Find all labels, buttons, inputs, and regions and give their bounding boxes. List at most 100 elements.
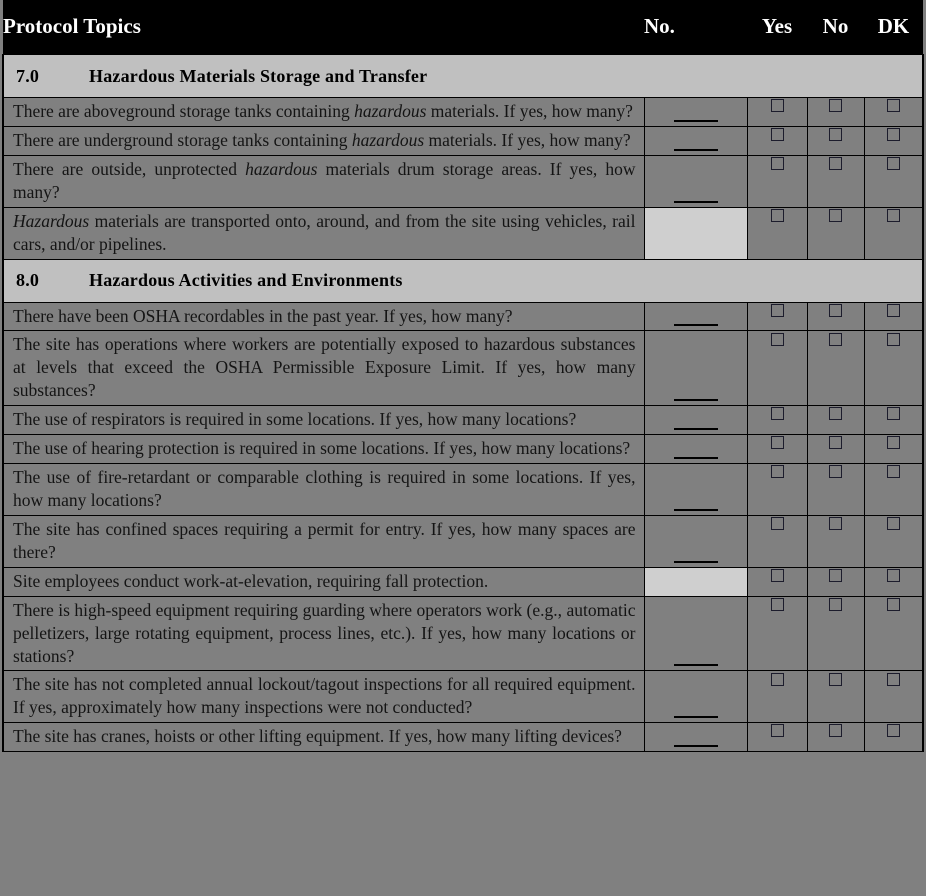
- no-count-cell[interactable]: [643, 330, 748, 407]
- yes-checkbox[interactable]: [746, 566, 808, 597]
- blank-answer-line[interactable]: [673, 560, 718, 563]
- no-count-cell[interactable]: [643, 434, 748, 465]
- checkbox-empty-icon[interactable]: [770, 516, 784, 530]
- no-checkbox[interactable]: [806, 154, 865, 208]
- checkbox-empty-icon[interactable]: [829, 597, 842, 611]
- dk-checkbox[interactable]: [863, 405, 924, 436]
- checkbox-empty-icon[interactable]: [770, 407, 784, 421]
- dk-checkbox[interactable]: [863, 514, 924, 568]
- no-checkbox[interactable]: [806, 434, 865, 465]
- blank-answer-line[interactable]: [673, 716, 718, 719]
- checkbox-empty-icon[interactable]: [829, 127, 842, 141]
- checkbox-empty-icon[interactable]: [770, 208, 784, 222]
- yes-checkbox[interactable]: [746, 206, 808, 260]
- checkbox-empty-icon[interactable]: [829, 208, 842, 222]
- checkbox-empty-icon[interactable]: [770, 465, 784, 479]
- checkbox-empty-icon[interactable]: [829, 568, 842, 582]
- yes-checkbox[interactable]: [746, 463, 808, 516]
- yes-checkbox[interactable]: [746, 722, 808, 753]
- yes-checkbox[interactable]: [746, 330, 808, 407]
- checkbox-empty-icon[interactable]: [829, 436, 842, 450]
- no-checkbox[interactable]: [806, 301, 865, 332]
- blank-answer-line[interactable]: [673, 324, 718, 327]
- blank-answer-line[interactable]: [673, 664, 718, 667]
- yes-checkbox[interactable]: [746, 125, 808, 156]
- checkbox-empty-icon[interactable]: [770, 724, 784, 738]
- checkbox-empty-icon[interactable]: [886, 156, 900, 170]
- checkbox-empty-icon[interactable]: [886, 407, 900, 421]
- checkbox-empty-icon[interactable]: [886, 332, 900, 346]
- no-count-cell[interactable]: [643, 670, 748, 724]
- no-checkbox[interactable]: [806, 405, 865, 436]
- checkbox-empty-icon[interactable]: [770, 568, 784, 582]
- blank-answer-line[interactable]: [673, 200, 718, 203]
- checkbox-empty-icon[interactable]: [829, 332, 842, 346]
- checkbox-empty-icon[interactable]: [829, 99, 842, 113]
- dk-checkbox[interactable]: [863, 301, 924, 332]
- yes-checkbox[interactable]: [746, 154, 808, 208]
- checkbox-empty-icon[interactable]: [829, 303, 842, 317]
- no-count-cell[interactable]: [643, 154, 748, 208]
- no-count-cell[interactable]: [643, 301, 748, 332]
- checkbox-empty-icon[interactable]: [829, 407, 842, 421]
- blank-answer-line[interactable]: [673, 745, 718, 748]
- yes-checkbox[interactable]: [746, 97, 808, 127]
- checkbox-empty-icon[interactable]: [886, 568, 900, 582]
- checkbox-empty-icon[interactable]: [829, 465, 842, 479]
- dk-checkbox[interactable]: [863, 566, 924, 597]
- checkbox-empty-icon[interactable]: [829, 516, 842, 530]
- checkbox-empty-icon[interactable]: [770, 672, 784, 686]
- checkbox-empty-icon[interactable]: [886, 724, 900, 738]
- dk-checkbox[interactable]: [863, 670, 924, 724]
- checkbox-empty-icon[interactable]: [886, 303, 900, 317]
- blank-answer-line[interactable]: [673, 148, 718, 151]
- checkbox-empty-icon[interactable]: [829, 724, 842, 738]
- yes-checkbox[interactable]: [746, 514, 808, 568]
- no-count-cell[interactable]: [643, 97, 748, 127]
- no-checkbox[interactable]: [806, 97, 865, 127]
- checkbox-empty-icon[interactable]: [770, 332, 784, 346]
- checkbox-empty-icon[interactable]: [829, 156, 842, 170]
- dk-checkbox[interactable]: [863, 206, 924, 260]
- checkbox-empty-icon[interactable]: [770, 303, 784, 317]
- blank-answer-line[interactable]: [673, 399, 718, 402]
- checkbox-empty-icon[interactable]: [886, 127, 900, 141]
- dk-checkbox[interactable]: [863, 330, 924, 407]
- yes-checkbox[interactable]: [746, 434, 808, 465]
- checkbox-empty-icon[interactable]: [770, 156, 784, 170]
- checkbox-empty-icon[interactable]: [829, 672, 842, 686]
- blank-answer-line[interactable]: [673, 119, 718, 122]
- dk-checkbox[interactable]: [863, 463, 924, 516]
- dk-checkbox[interactable]: [863, 125, 924, 156]
- no-count-cell[interactable]: [643, 463, 748, 516]
- blank-answer-line[interactable]: [673, 428, 718, 431]
- no-checkbox[interactable]: [806, 206, 865, 260]
- dk-checkbox[interactable]: [863, 97, 924, 127]
- checkbox-empty-icon[interactable]: [770, 99, 784, 113]
- dk-checkbox[interactable]: [863, 154, 924, 208]
- no-checkbox[interactable]: [806, 566, 865, 597]
- blank-answer-line[interactable]: [673, 457, 718, 460]
- no-checkbox[interactable]: [806, 463, 865, 516]
- checkbox-empty-icon[interactable]: [886, 465, 900, 479]
- no-count-cell[interactable]: [643, 125, 748, 156]
- dk-checkbox[interactable]: [863, 722, 924, 753]
- checkbox-empty-icon[interactable]: [886, 597, 900, 611]
- no-checkbox[interactable]: [806, 514, 865, 568]
- dk-checkbox[interactable]: [863, 595, 924, 672]
- no-count-cell[interactable]: [643, 595, 748, 672]
- yes-checkbox[interactable]: [746, 595, 808, 672]
- yes-checkbox[interactable]: [746, 670, 808, 724]
- checkbox-empty-icon[interactable]: [886, 99, 900, 113]
- checkbox-empty-icon[interactable]: [886, 208, 900, 222]
- no-checkbox[interactable]: [806, 330, 865, 407]
- no-checkbox[interactable]: [806, 125, 865, 156]
- checkbox-empty-icon[interactable]: [886, 516, 900, 530]
- yes-checkbox[interactable]: [746, 405, 808, 436]
- checkbox-empty-icon[interactable]: [886, 436, 900, 450]
- no-checkbox[interactable]: [806, 722, 865, 753]
- blank-answer-line[interactable]: [673, 508, 718, 511]
- no-count-cell[interactable]: [643, 722, 748, 753]
- checkbox-empty-icon[interactable]: [770, 127, 784, 141]
- no-count-cell[interactable]: [643, 514, 748, 568]
